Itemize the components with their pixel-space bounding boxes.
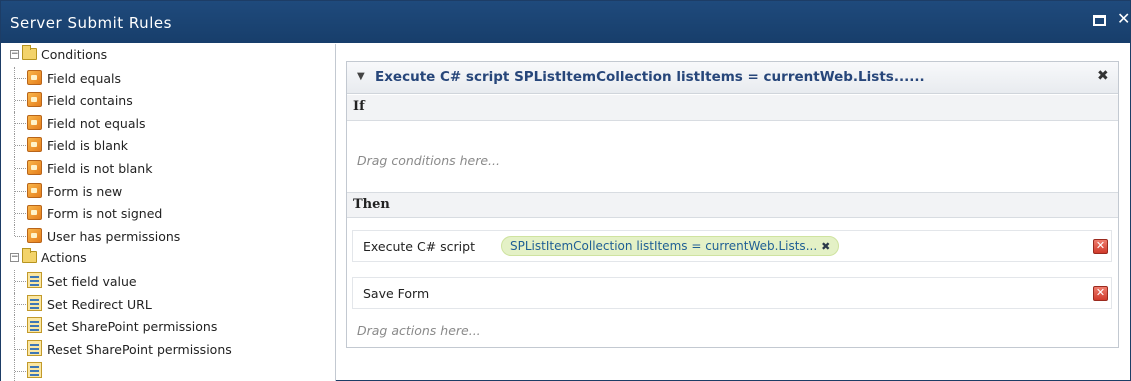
condition-item-user-has-permissions[interactable]: User has permissions — [1, 224, 335, 248]
if-section-label: If — [347, 95, 1118, 121]
condition-icon — [27, 182, 42, 198]
actions-drop-zone[interactable]: Drag actions here... — [357, 323, 481, 338]
rule-panel: ▼ Execute C# script SPListItemCollection… — [346, 61, 1119, 348]
condition-item-form-is-not-signed[interactable]: Form is not signed — [1, 202, 335, 225]
condition-item-field-is-blank[interactable]: Field is blank — [1, 134, 335, 157]
action-item-set-field-value[interactable]: Set field value — [1, 269, 335, 293]
action-item-set-redirect-url[interactable]: Set Redirect URL — [1, 292, 335, 316]
remove-param-icon[interactable]: ✖ — [821, 240, 830, 253]
tree-node-actions[interactable]: − Actions — [1, 247, 335, 270]
action-label: Set SharePoint permissions — [47, 319, 218, 335]
action-name: Execute C# script — [363, 239, 475, 254]
conditions-drop-zone[interactable]: Drag conditions here... — [357, 153, 500, 168]
action-item-partial[interactable] — [1, 360, 335, 381]
action-name: Save Form — [363, 286, 430, 301]
action-label: Reset SharePoint permissions — [47, 341, 232, 357]
condition-icon — [27, 69, 42, 85]
then-section-label: Then — [347, 192, 1118, 218]
maximize-icon[interactable] — [1093, 15, 1106, 26]
collapse-icon[interactable]: − — [10, 253, 19, 263]
condition-item-form-is-new[interactable]: Form is new — [1, 179, 335, 203]
action-label: Set Redirect URL — [47, 296, 152, 312]
delete-action-button[interactable]: ✕ — [1093, 239, 1108, 254]
rules-toolbox-tree: − Conditions Field equals Field contains… — [1, 44, 336, 381]
rule-header[interactable]: ▼ Execute C# script SPListItemCollection… — [347, 62, 1118, 94]
action-icon — [27, 339, 42, 356]
condition-item-field-not-equals[interactable]: Field not equals — [1, 111, 335, 135]
collapse-rule-icon[interactable]: ▼ — [357, 71, 365, 82]
action-label: Set field value — [47, 273, 137, 289]
tree-node-conditions[interactable]: − Conditions — [1, 44, 335, 67]
action-row-save-form[interactable]: Save Form ✕ — [352, 277, 1112, 309]
actions-group: − Actions Set field value Set Redirect U… — [1, 247, 335, 381]
folder-icon — [22, 45, 37, 60]
action-icon — [27, 317, 42, 334]
close-icon[interactable]: ✕ — [1117, 9, 1130, 28]
condition-label: Field contains — [47, 93, 133, 109]
action-row-execute-script[interactable]: Execute C# script SPListItemCollection l… — [352, 230, 1112, 262]
window-title: Server Submit Rules — [10, 14, 172, 32]
condition-label: Field is not blank — [47, 160, 153, 176]
action-item-set-sharepoint-permissions[interactable]: Set SharePoint permissions — [1, 315, 335, 338]
tree-node-label: Actions — [41, 250, 87, 266]
script-param-text: SPListItemCollection listItems = current… — [510, 239, 818, 253]
condition-label: Form is new — [47, 183, 123, 199]
condition-icon — [27, 205, 42, 221]
condition-item-field-equals[interactable]: Field equals — [1, 66, 335, 90]
condition-label: Field not equals — [47, 115, 146, 131]
condition-label: Field is blank — [47, 138, 129, 154]
script-param-pill[interactable]: SPListItemCollection listItems = current… — [501, 236, 840, 256]
condition-icon — [27, 227, 42, 243]
condition-icon — [27, 137, 42, 153]
action-icon — [27, 271, 42, 288]
tree-node-label: Conditions — [41, 47, 108, 62]
rule-title: Execute C# script SPListItemCollection l… — [375, 69, 925, 85]
collapse-icon[interactable]: − — [10, 50, 19, 59]
server-submit-rules-window: Server Submit Rules ✕ − Conditions Field… — [0, 0, 1131, 381]
action-icon — [27, 294, 42, 311]
conditions-group: − Conditions Field equals Field contains… — [1, 44, 335, 247]
condition-icon — [27, 114, 42, 130]
folder-icon — [22, 248, 37, 264]
condition-item-field-contains[interactable]: Field contains — [1, 89, 335, 112]
condition-label: Form is not signed — [47, 206, 163, 222]
title-bar: Server Submit Rules ✕ — [1, 1, 1130, 43]
delete-action-button[interactable]: ✕ — [1093, 286, 1108, 301]
remove-rule-icon[interactable]: ✖ — [1097, 68, 1109, 84]
condition-label: User has permissions — [47, 228, 181, 244]
condition-icon — [27, 92, 42, 108]
condition-item-field-is-not-blank[interactable]: Field is not blank — [1, 156, 335, 180]
action-icon — [27, 362, 42, 379]
condition-icon — [27, 159, 42, 175]
condition-label: Field equals — [47, 70, 122, 86]
action-item-reset-sharepoint-permissions[interactable]: Reset SharePoint permissions — [1, 337, 335, 361]
